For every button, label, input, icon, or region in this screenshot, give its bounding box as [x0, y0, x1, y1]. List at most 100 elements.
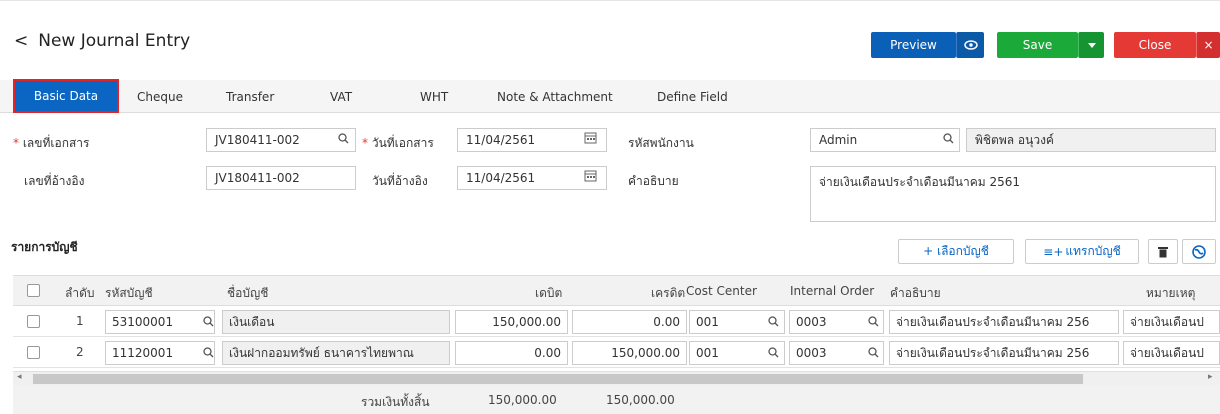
- total-debit: 150,000.00: [488, 393, 557, 407]
- tab-vat[interactable]: VAT: [330, 80, 352, 113]
- description-textarea[interactable]: จ่ายเงินเดือนประจำเดือนมีนาคม 2561: [810, 166, 1216, 222]
- doc-no-value: JV180411-002: [215, 133, 300, 147]
- description-label: คำอธิบาย: [628, 172, 679, 191]
- debit-field[interactable]: 150,000.00: [455, 310, 568, 334]
- col-name: ชื่อบัญชี: [227, 286, 269, 300]
- tab-cheque[interactable]: Cheque: [137, 80, 183, 113]
- scroll-left-icon[interactable]: ◂: [17, 372, 22, 382]
- remark-value: จ่ายเงินเดือนป: [1130, 314, 1204, 329]
- scroll-right-icon[interactable]: ▸: [1208, 372, 1213, 382]
- description-value: จ่ายเงินเดือนประจำเดือนมีนาคม 2561: [819, 175, 1020, 189]
- accounts-table: ลำดับ รหัสบัญชี ชื่อบัญชี เดบิต เครดิต C…: [13, 275, 1220, 414]
- credit-field[interactable]: 0.00: [572, 310, 687, 334]
- tab-define-field[interactable]: Define Field: [657, 80, 728, 113]
- scrollbar-thumb[interactable]: [33, 374, 1083, 384]
- row-checkbox[interactable]: [27, 346, 40, 359]
- debit-value: 150,000.00: [492, 315, 561, 329]
- row-description-value: จ่ายเงินเดือนประจำเดือนมีนาคม 256: [896, 345, 1090, 360]
- col-cost-center: Cost Center: [686, 284, 757, 298]
- preview-button[interactable]: Preview: [871, 32, 956, 58]
- ref-no-value: JV180411-002: [215, 171, 300, 185]
- tab-label: Note & Attachment: [497, 89, 613, 104]
- tab-label: Define Field: [657, 89, 728, 104]
- account-name-field: เงินฝากออมทรัพย์ ธนาคารไทยพาณ: [222, 341, 450, 365]
- ref-no-field[interactable]: JV180411-002: [206, 166, 356, 190]
- ref-no-label: เลขที่อ้างอิง: [24, 172, 84, 191]
- table-header: ลำดับ รหัสบัญชี ชื่อบัญชี เดบิต เครดิต C…: [13, 276, 1220, 306]
- search-icon[interactable]: [338, 133, 349, 147]
- row-seq: 2: [76, 345, 84, 359]
- close-x-label: ×: [1203, 38, 1214, 52]
- preview-button-label: Preview: [890, 38, 937, 52]
- caret-down-icon: [1087, 42, 1096, 48]
- save-button[interactable]: Save: [997, 32, 1078, 58]
- employee-label-text: รหัสพนักงาน: [628, 136, 694, 150]
- ref-date-value: 11/04/2561: [466, 171, 536, 185]
- select-all-checkbox[interactable]: [27, 284, 40, 297]
- row-description-field[interactable]: จ่ายเงินเดือนประจำเดือนมีนาคม 256: [889, 310, 1119, 334]
- account-name-field: เงินเดือน: [222, 310, 450, 334]
- search-icon[interactable]: [203, 347, 214, 361]
- search-icon[interactable]: [868, 347, 879, 361]
- calendar-icon[interactable]: [584, 131, 597, 147]
- eye-icon[interactable]: [956, 32, 984, 58]
- close-button[interactable]: Close: [1114, 32, 1196, 58]
- cost-center-value: 001: [696, 346, 719, 360]
- description-label-text: คำอธิบาย: [628, 174, 679, 188]
- search-icon[interactable]: [768, 347, 779, 361]
- col-code: รหัสบัญชี: [105, 286, 153, 300]
- tab-basic-data[interactable]: Basic Data: [13, 79, 119, 113]
- tab-label: Cheque: [137, 89, 183, 104]
- doc-date-label-text: วันที่เอกสาร: [371, 136, 434, 150]
- tab-wht[interactable]: WHT: [420, 80, 448, 113]
- employee-name-field: พิชิตพล อนุวงค์: [966, 128, 1216, 152]
- table-row: 2 11120001 เงินฝากออมทรัพย์ ธนาคารไทยพาณ…: [13, 337, 1220, 368]
- tab-label: WHT: [420, 89, 449, 104]
- row-description-value: จ่ายเงินเดือนประจำเดือนมีนาคม 256: [896, 314, 1090, 329]
- calendar-icon[interactable]: [584, 169, 597, 185]
- doc-no-label-text: เลขที่เอกสาร: [22, 136, 90, 150]
- chevron-left-icon[interactable]: <: [14, 31, 28, 51]
- doc-no-field[interactable]: JV180411-002: [206, 128, 356, 152]
- col-remark: หมายเหตุ: [1146, 286, 1196, 300]
- table-footer: รวมเงินทั้งสิ้น 150,000.00 150,000.00: [13, 385, 1220, 414]
- account-name-value: เงินฝากออมทรัพย์ ธนาคารไทยพาณ: [229, 345, 414, 360]
- top-bar: < New Journal Entry Preview Save Close ×: [0, 0, 1220, 68]
- select-account-button[interactable]: + เลือกบัญชี: [898, 239, 1014, 264]
- remark-field[interactable]: จ่ายเงินเดือนป: [1123, 310, 1220, 334]
- tab-transfer[interactable]: Transfer: [226, 80, 274, 113]
- search-icon[interactable]: [943, 133, 954, 147]
- col-credit: เครดิต: [651, 286, 686, 300]
- employee-name-value: พิชิตพล อนุวงค์: [975, 132, 1054, 147]
- credit-value: 0.00: [653, 315, 680, 329]
- globe-button[interactable]: [1182, 239, 1216, 264]
- account-code-field[interactable]: 53100001: [105, 310, 215, 334]
- doc-date-value: 11/04/2561: [466, 133, 536, 147]
- search-icon[interactable]: [203, 316, 214, 330]
- search-icon[interactable]: [768, 316, 779, 330]
- remark-value: จ่ายเงินเดือนป: [1130, 345, 1204, 360]
- doc-no-label: * เลขที่เอกสาร: [13, 136, 90, 150]
- tab-label: Transfer: [226, 89, 275, 104]
- insert-account-button[interactable]: ≡+ แทรกบัญชี: [1025, 239, 1139, 264]
- row-checkbox[interactable]: [27, 315, 40, 328]
- credit-field[interactable]: 150,000.00: [572, 341, 687, 365]
- account-code-value: 11120001: [112, 346, 174, 360]
- internal-order-value: 0003: [796, 315, 827, 329]
- total-label: รวมเงินทั้งสิ้น: [361, 395, 430, 409]
- account-code-field[interactable]: 11120001: [105, 341, 215, 365]
- save-dropdown-button[interactable]: [1078, 32, 1104, 58]
- account-name-value: เงินเดือน: [229, 314, 275, 329]
- row-description-field[interactable]: จ่ายเงินเดือนประจำเดือนมีนาคม 256: [889, 341, 1119, 365]
- employee-label: รหัสพนักงาน: [628, 134, 694, 153]
- tab-label: Basic Data: [33, 89, 99, 103]
- remark-field[interactable]: จ่ายเงินเดือนป: [1123, 341, 1220, 365]
- close-x-icon[interactable]: ×: [1196, 32, 1220, 58]
- horizontal-scrollbar[interactable]: ◂ ▸: [13, 371, 1220, 385]
- search-icon[interactable]: [868, 316, 879, 330]
- debit-field[interactable]: 0.00: [455, 341, 568, 365]
- delete-button[interactable]: [1148, 239, 1178, 264]
- tab-note-attachment[interactable]: Note & Attachment: [497, 80, 613, 113]
- globe-icon: [1192, 244, 1206, 259]
- employee-code-field[interactable]: Admin: [810, 128, 960, 152]
